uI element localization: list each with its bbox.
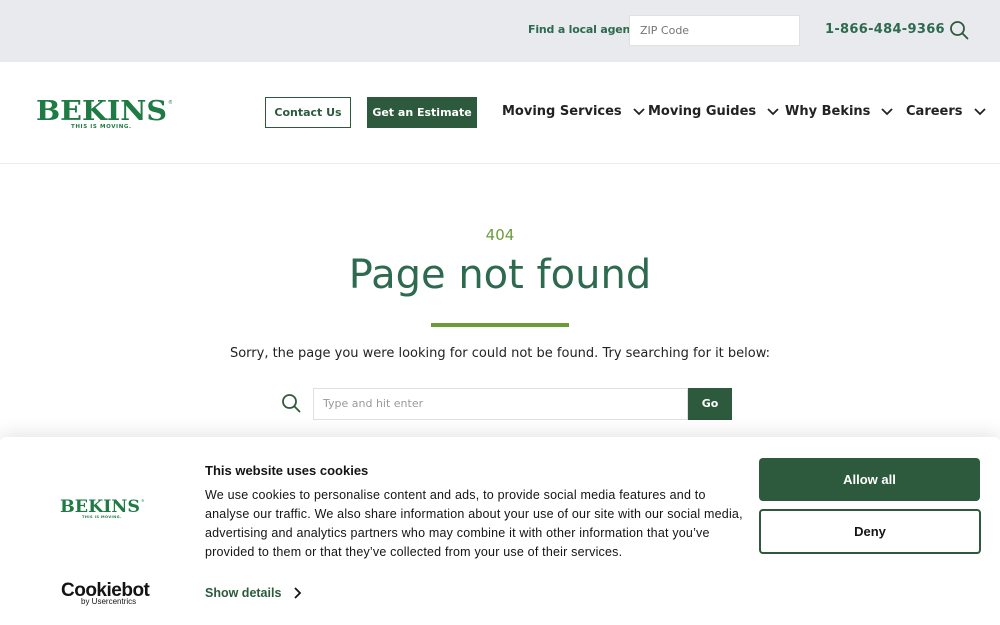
nav-careers[interactable]: Careers	[906, 104, 987, 119]
deny-button[interactable]: Deny	[759, 509, 981, 554]
error-code: 404	[485, 226, 515, 244]
show-details-link[interactable]: Show details	[205, 586, 303, 600]
nav-moving-services[interactable]: Moving Services	[502, 104, 646, 119]
cookie-title: This website uses cookies	[205, 463, 369, 478]
svg-text:®: ®	[141, 499, 144, 503]
svg-text:BEKINS: BEKINS	[60, 497, 140, 517]
page-title: Page not found	[348, 252, 652, 298]
nav-why-bekins[interactable]: Why Bekins	[785, 104, 894, 119]
site-header: BEKINS ® THIS IS MOVING. Contact Us Get …	[0, 62, 1000, 164]
find-agent-label: Find a local agent	[528, 23, 636, 36]
nav-label: Careers	[906, 104, 963, 119]
nav-label: Why Bekins	[785, 104, 871, 119]
nav-moving-guides[interactable]: Moving Guides	[648, 104, 780, 119]
allow-all-button[interactable]: Allow all	[759, 458, 980, 501]
chevron-down-icon	[633, 107, 645, 115]
bekins-logo: BEKINS ® THIS IS MOVING.	[60, 497, 144, 519]
nav-label: Moving Guides	[648, 104, 757, 119]
search-icon	[282, 394, 301, 413]
cookiebot-sub: by Usercentrics	[81, 597, 137, 606]
title-divider	[431, 323, 569, 327]
svg-text:THIS IS MOVING.: THIS IS MOVING.	[71, 124, 132, 130]
cookie-description: We use cookies to personalise content an…	[205, 488, 743, 559]
zip-code-input[interactable]	[629, 15, 800, 46]
svg-text:THIS IS MOVING.: THIS IS MOVING.	[82, 515, 122, 519]
get-estimate-button[interactable]: Get an Estimate	[367, 97, 477, 128]
svg-text:®: ®	[168, 99, 172, 106]
site-search-input[interactable]: Type and hit enter	[313, 388, 688, 420]
utility-bar: Find a local agent 1-866-484-9366	[0, 0, 1000, 62]
phone-link[interactable]: 1-866-484-9366	[825, 22, 945, 37]
contact-us-button[interactable]: Contact Us	[265, 97, 351, 128]
error-message: Sorry, the page you were looking for cou…	[229, 346, 771, 361]
chevron-down-icon	[881, 107, 894, 115]
svg-text:BEKINS: BEKINS	[36, 96, 167, 127]
search-icon[interactable]	[949, 20, 969, 40]
chevron-right-icon	[294, 587, 302, 599]
bekins-logo[interactable]: BEKINS ® THIS IS MOVING.	[36, 96, 172, 130]
search-go-button[interactable]: Go	[688, 388, 732, 420]
cookie-banner: BEKINS ® THIS IS MOVING. Cookiebot by Us…	[0, 437, 1000, 625]
chevron-down-icon	[767, 107, 779, 115]
nav-label: Moving Services	[502, 104, 622, 119]
show-details-label: Show details	[205, 586, 282, 600]
chevron-down-icon	[973, 107, 986, 115]
